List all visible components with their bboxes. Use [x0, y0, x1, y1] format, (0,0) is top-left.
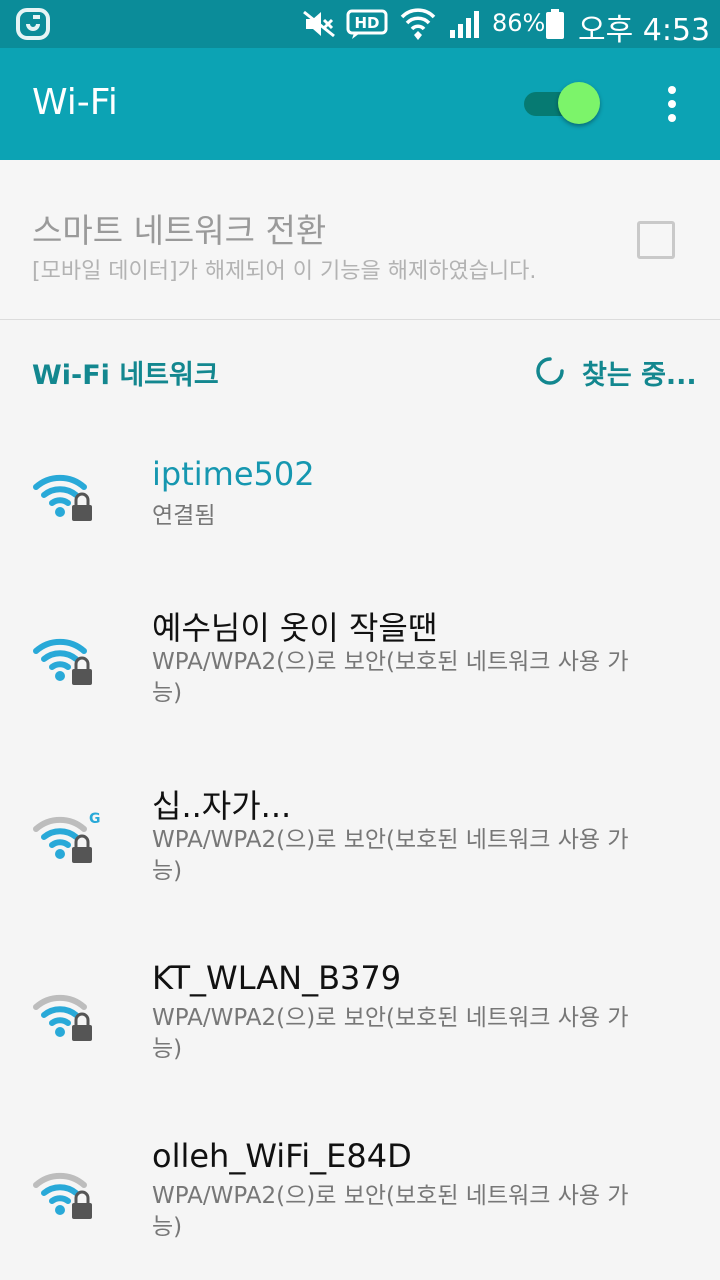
wifi-dot — [55, 1205, 65, 1215]
mute-icon — [303, 10, 335, 38]
network-name: 예수님이 옷이 작을땐 — [152, 609, 438, 647]
wifi-signal-lock-icon — [33, 1172, 92, 1219]
wifi-network-list: iptime502 연결됨 예수님이 옷이 작을땐 WPA/WPA2(으)로 보… — [0, 417, 720, 1279]
cell-signal-icon — [450, 11, 479, 38]
wifi-arc — [49, 839, 71, 848]
wifi-arc — [33, 1172, 87, 1188]
page-title: Wi-Fi — [32, 82, 118, 123]
toggle-thumb — [558, 82, 600, 124]
wifi-arc — [33, 638, 87, 654]
hd-label: HD — [354, 14, 379, 32]
wifi-dot — [55, 671, 65, 681]
network-status: WPA/WPA2(으)로 보안(보호된 네트워크 사용 가능) — [152, 1005, 629, 1062]
band-badge: G — [89, 811, 100, 827]
network-status: WPA/WPA2(으)로 보안(보호된 네트워크 사용 가능) — [152, 1183, 629, 1240]
wifi-signal-lock-icon: G — [33, 811, 100, 863]
network-item[interactable]: iptime502 연결됨 — [0, 417, 720, 567]
hd-voice-icon: HD — [346, 9, 388, 39]
more-options-icon[interactable] — [652, 82, 692, 126]
scanning-spinner-icon — [536, 357, 564, 385]
network-name: KT_WLAN_B379 — [152, 959, 402, 997]
clock: 오후 4:53 — [578, 13, 711, 48]
wifi-arc — [41, 1006, 79, 1018]
wifi-arc — [41, 486, 79, 498]
wifi-arcs — [33, 994, 92, 1041]
wifi-signal-lock-icon — [33, 474, 92, 521]
wifi-arc — [49, 497, 71, 506]
wifi-arc — [41, 828, 79, 840]
lock-body — [72, 505, 92, 521]
wifi-dot — [55, 849, 65, 859]
battery-percent: 86% — [492, 9, 546, 37]
network-item[interactable]: KT_WLAN_B379 WPA/WPA2(으)로 보안(보호된 네트워크 사용… — [0, 923, 720, 1101]
wifi-arc — [33, 474, 87, 490]
wifi-networks-label: Wi-Fi 네트워크 — [32, 360, 219, 391]
wifi-arc — [49, 1017, 71, 1026]
lock-shackle — [74, 834, 90, 847]
lock-body — [72, 669, 92, 685]
wifi-signal-lock-icon — [33, 994, 92, 1041]
network-item[interactable]: G 십..자가... WPA/WPA2(으)로 보안(보호된 네트워크 사용 가… — [0, 745, 720, 923]
wifi-arc — [49, 661, 71, 670]
lock-body — [72, 1203, 92, 1219]
wifi-signal-lock-icon — [33, 638, 92, 685]
network-status: 연결됨 — [152, 503, 216, 529]
network-name: iptime502 — [152, 455, 315, 493]
lock-body — [72, 1025, 92, 1041]
network-status: WPA/WPA2(으)로 보안(보호된 네트워크 사용 가능) — [152, 649, 629, 706]
wifi-arcs — [33, 1172, 92, 1219]
network-status: WPA/WPA2(으)로 보안(보호된 네트워크 사용 가능) — [152, 827, 629, 884]
wifi-arc — [49, 1195, 71, 1204]
wifi-arc — [33, 994, 87, 1010]
wifi-arc — [33, 816, 87, 832]
wifi-arc — [41, 1184, 79, 1196]
wifi-arcs — [33, 638, 92, 685]
scanning-status: 찾는 중... — [582, 360, 697, 391]
wifi-arc — [41, 650, 79, 662]
wifi-arcs: G — [33, 811, 100, 863]
wifi-toggle[interactable] — [520, 82, 600, 126]
lock-shackle — [74, 1012, 90, 1025]
wifi-arcs — [33, 474, 92, 521]
network-name: 십..자가... — [152, 787, 292, 825]
smart-network-switch-title: 스마트 네트워크 전환 — [32, 211, 327, 250]
network-item[interactable]: 예수님이 옷이 작을땐 WPA/WPA2(으)로 보안(보호된 네트워크 사용 … — [0, 567, 720, 745]
smart-network-switch-subtitle: [모바일 데이터]가 해제되어 이 기능을 해제하였습니다. — [32, 259, 537, 284]
network-item[interactable]: olleh_WiFi_E84D WPA/WPA2(으)로 보안(보호된 네트워크… — [0, 1101, 720, 1279]
wifi-data-icon — [400, 8, 436, 40]
lock-shackle — [74, 1190, 90, 1203]
lock-shackle — [74, 492, 90, 505]
battery-icon — [546, 9, 564, 39]
smart-network-switch-checkbox — [637, 221, 675, 259]
status-bar: HD 86% 오후 4:53 — [0, 0, 720, 48]
wifi-dot — [55, 1027, 65, 1037]
lock-shackle — [74, 656, 90, 669]
network-name: olleh_WiFi_E84D — [152, 1137, 412, 1175]
wifi-network-list-header: Wi-Fi 네트워크 찾는 중... — [0, 321, 720, 417]
smart-network-switch-row: 스마트 네트워크 전환 [모바일 데이터]가 해제되어 이 기능을 해제하였습니… — [0, 160, 720, 320]
lock-body — [72, 847, 92, 863]
wifi-dot — [55, 507, 65, 517]
carrier-logo-icon — [16, 8, 50, 40]
app-bar: Wi-Fi — [0, 48, 720, 160]
